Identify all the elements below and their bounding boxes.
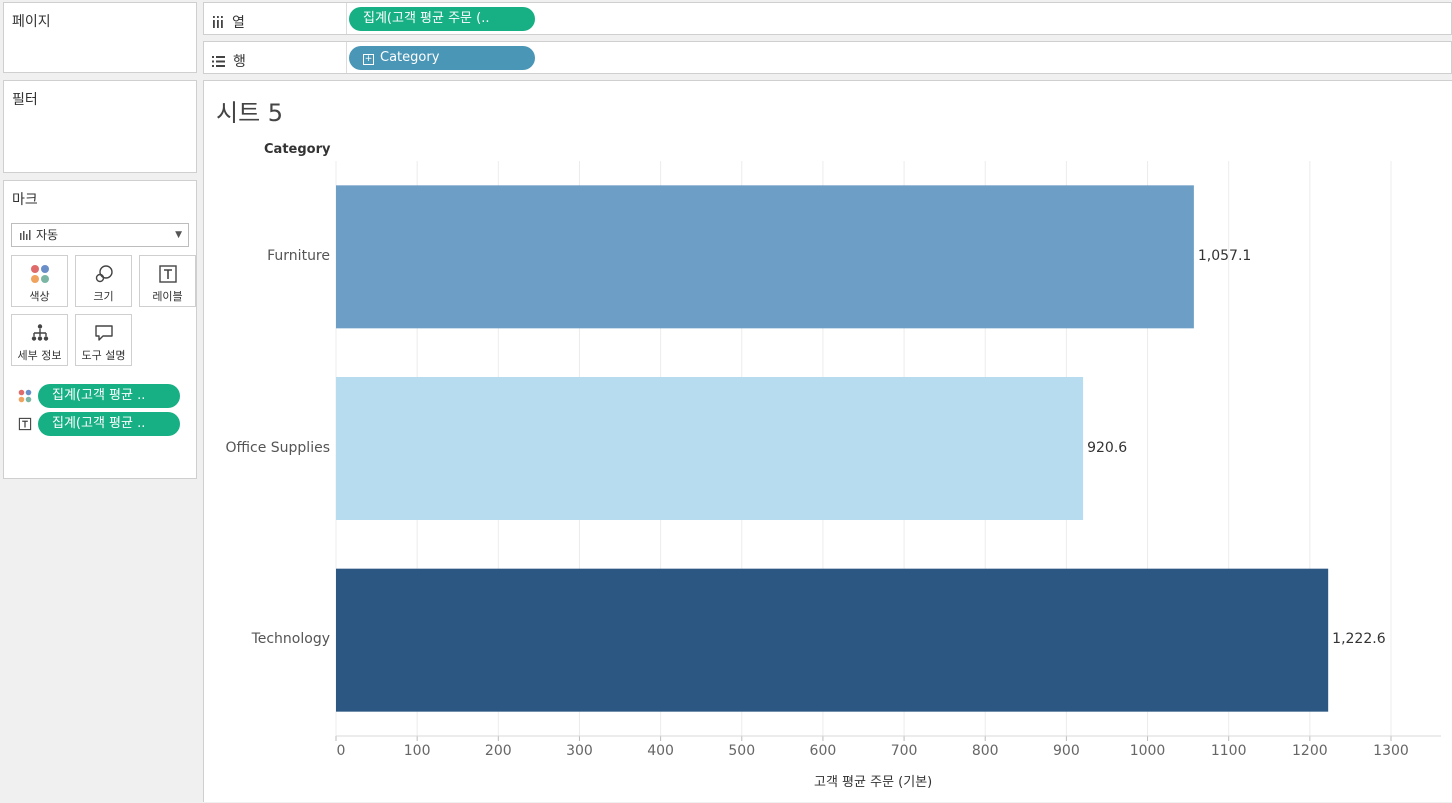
- mark-type-dropdown[interactable]: 자동 ▼: [11, 223, 189, 247]
- columns-label: 열: [232, 15, 245, 31]
- size-button[interactable]: 크기: [75, 255, 132, 307]
- size-button-label: 크기: [93, 290, 114, 303]
- shelf-divider: [346, 42, 347, 73]
- filters-panel[interactable]: 필터: [3, 80, 197, 173]
- marks-title: 마크: [12, 192, 38, 208]
- tooltip-icon: [94, 325, 113, 341]
- mark-field-label: 집계(고객 평균 ..: [18, 412, 180, 436]
- columns-shelf-label: 열: [212, 12, 245, 32]
- rows-pill-label: Category: [380, 50, 440, 65]
- category-label: Technology: [251, 631, 330, 648]
- columns-pill[interactable]: 집계(고객 평균 주문 (..: [349, 7, 535, 31]
- x-tick-label: 900: [1053, 743, 1080, 759]
- color-dots-icon: [30, 265, 49, 283]
- label-icon: [18, 417, 32, 431]
- category-label: Office Supplies: [225, 439, 330, 456]
- x-tick-label: 100: [403, 743, 431, 759]
- x-tick-label: 600: [809, 743, 837, 759]
- x-tick-label: 300: [566, 743, 593, 759]
- bar-value-label: 1,222.6: [1332, 631, 1386, 648]
- rows-shelf-label: 행: [212, 51, 246, 71]
- rows-shelf: 행 + Category: [203, 41, 1452, 74]
- mark-type-label: 자동: [36, 228, 59, 242]
- size-icon: [95, 265, 113, 283]
- color-dots-icon: [18, 389, 32, 403]
- x-tick-label: 500: [728, 743, 756, 759]
- rows-pill[interactable]: + Category: [349, 46, 535, 70]
- marks-card: 마크 자동 ▼ 색상 크기 레이블 세부 정보 도구 설명 집계(고객 평균 .…: [3, 180, 197, 479]
- rows-icon: [212, 55, 225, 67]
- bar-chart-icon: [20, 230, 31, 240]
- bar-office-supplies[interactable]: [336, 377, 1084, 520]
- label-icon: [158, 265, 177, 283]
- bar-value-label: 1,057.1: [1197, 247, 1252, 264]
- color-field-pill[interactable]: 집계(고객 평균 ..: [38, 384, 180, 408]
- chevron-down-icon: ▼: [175, 230, 182, 240]
- color-button[interactable]: 색상: [11, 255, 68, 307]
- bar-value-label: 920.6: [1087, 439, 1128, 456]
- columns-icon: [213, 16, 223, 28]
- tooltip-button[interactable]: 도구 설명: [75, 314, 132, 366]
- pages-panel: 페이지: [3, 2, 197, 73]
- x-tick-label: 200: [484, 743, 512, 759]
- expand-plus-icon[interactable]: +: [363, 54, 374, 65]
- x-tick-label: 1300: [1373, 743, 1409, 759]
- category-label: Furniture: [267, 247, 330, 264]
- x-tick-label: 700: [890, 743, 918, 759]
- columns-shelf: 열 집계(고객 평균 주문 (..: [203, 2, 1452, 35]
- x-tick-label: 1100: [1210, 743, 1247, 759]
- x-tick-label: 0: [336, 743, 346, 759]
- bar-technology[interactable]: [336, 568, 1329, 712]
- mark-field-color: 집계(고객 평균 ..: [18, 384, 180, 408]
- bar-furniture[interactable]: [336, 185, 1194, 329]
- x-axis-title: 고객 평균 주문 (기본): [814, 775, 933, 790]
- x-tick-label: 400: [647, 743, 674, 759]
- x-tick-label: 1200: [1292, 743, 1328, 759]
- detail-button-label: 세부 정보: [17, 349, 62, 362]
- shelf-divider: [346, 3, 347, 34]
- color-button-label: 색상: [29, 290, 50, 303]
- label-button-label: 레이블: [152, 290, 183, 303]
- x-tick-label: 1000: [1129, 743, 1166, 759]
- pages-title: 페이지: [12, 14, 51, 30]
- tooltip-button-label: 도구 설명: [81, 349, 126, 362]
- detail-icon: [31, 324, 48, 341]
- label-field-pill[interactable]: 집계(고객 평균 ..: [38, 412, 180, 436]
- detail-button[interactable]: 세부 정보: [11, 314, 68, 366]
- sheet-view: 시트 5 Category 0 100 200 300 400 500 600 700 800 9…: [203, 80, 1452, 802]
- x-tick-label: 800: [971, 743, 999, 759]
- bar-chart: [335, 161, 1441, 741]
- filters-title: 필터: [12, 92, 38, 108]
- rows-label: 행: [233, 54, 246, 70]
